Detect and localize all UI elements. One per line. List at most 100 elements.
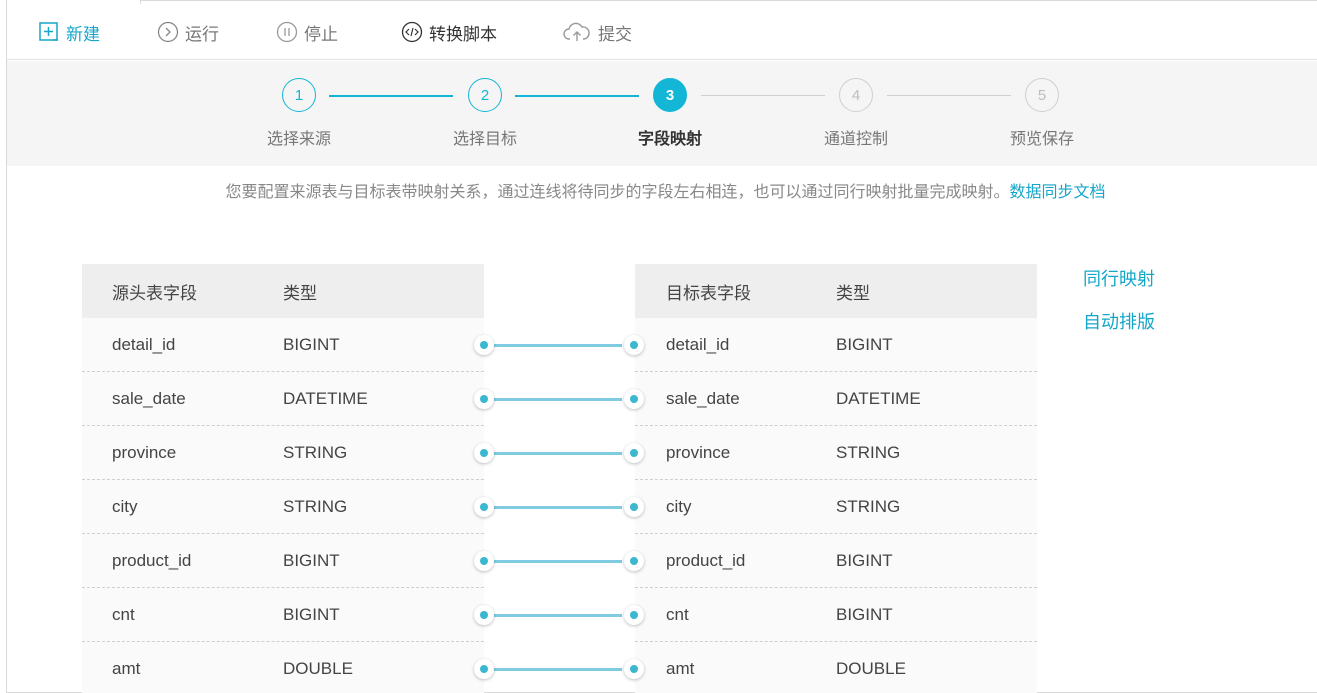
source-field-name: detail_id	[112, 334, 176, 354]
source-row[interactable]: sale_date DATETIME	[82, 372, 484, 426]
source-field-type: DATETIME	[283, 388, 368, 408]
step-connector	[701, 95, 825, 96]
docs-link[interactable]: 数据同步文档	[1010, 184, 1106, 201]
convert-script-label: 转换脚本	[429, 24, 497, 44]
mapping-line[interactable]	[492, 452, 622, 455]
target-row[interactable]: amt DOUBLE	[635, 642, 1037, 693]
source-field-name: product_id	[112, 550, 192, 570]
target-row[interactable]: detail_id BIGINT	[635, 318, 1037, 372]
new-file-icon	[38, 21, 60, 43]
step-5-circle[interactable]: 5	[1025, 78, 1059, 112]
mapping-line[interactable]	[492, 668, 622, 671]
source-field-header: 源头表字段	[112, 283, 197, 303]
new-label: 新建	[66, 24, 100, 44]
source-anchor-dot[interactable]	[474, 389, 494, 409]
target-field-type: DOUBLE	[836, 658, 906, 678]
submit-label: 提交	[598, 24, 632, 44]
source-row[interactable]: detail_id BIGINT	[82, 318, 484, 372]
target-field-header: 目标表字段	[666, 283, 751, 303]
run-button[interactable]: 运行	[157, 20, 219, 44]
source-field-name: sale_date	[112, 388, 186, 408]
source-row[interactable]: amt DOUBLE	[82, 642, 484, 693]
source-field-name: cnt	[112, 604, 135, 624]
target-anchor-dot[interactable]	[624, 389, 644, 409]
source-anchor-dot[interactable]	[474, 443, 494, 463]
target-anchor-dot[interactable]	[624, 659, 644, 679]
target-field-type: BIGINT	[836, 604, 893, 624]
source-anchor-dot[interactable]	[474, 605, 494, 625]
source-field-type: DOUBLE	[283, 658, 353, 678]
source-field-type: STRING	[283, 442, 348, 462]
auto-layout-link[interactable]: 自动排版	[1083, 308, 1155, 334]
source-anchor-dot[interactable]	[474, 551, 494, 571]
source-anchor-dot[interactable]	[474, 335, 494, 355]
source-field-name: city	[112, 496, 138, 516]
target-field-type: STRING	[836, 442, 901, 462]
toolbar: 新建 运行 停止 转换脚本 提交	[7, 4, 1317, 60]
target-field-name: city	[666, 496, 692, 516]
target-anchor-dot[interactable]	[624, 443, 644, 463]
code-icon	[401, 21, 423, 43]
step-4-circle[interactable]: 4	[839, 78, 873, 112]
source-anchor-dot[interactable]	[474, 497, 494, 517]
new-button[interactable]: 新建	[38, 20, 100, 44]
run-label: 运行	[185, 24, 219, 44]
source-table: 源头表字段 类型 detail_id BIGINT sale_date DATETIM…	[82, 264, 484, 693]
step-2-label[interactable]: 选择目标	[425, 125, 545, 149]
cloud-upload-icon	[562, 21, 592, 43]
step-3-label[interactable]: 字段映射	[610, 125, 730, 149]
target-table: 目标表字段 类型 detail_id BIGINT sale_date DATETIM…	[635, 264, 1037, 693]
target-type-header: 类型	[836, 283, 870, 303]
mapping-line[interactable]	[492, 560, 622, 563]
mapping-line[interactable]	[492, 398, 622, 401]
step-4-label[interactable]: 通道控制	[796, 125, 916, 149]
step-1-circle[interactable]: 1	[282, 78, 316, 112]
target-row[interactable]: product_id BIGINT	[635, 534, 1037, 588]
source-type-header: 类型	[283, 283, 317, 303]
target-row[interactable]: city STRING	[635, 480, 1037, 534]
stop-button[interactable]: 停止	[276, 20, 338, 44]
stop-label: 停止	[304, 24, 338, 44]
target-table-header: 目标表字段 类型	[635, 264, 1037, 318]
target-anchor-dot[interactable]	[624, 497, 644, 517]
target-field-name: province	[666, 442, 731, 462]
target-row[interactable]: province STRING	[635, 426, 1037, 480]
target-field-name: cnt	[666, 604, 689, 624]
source-field-type: STRING	[283, 496, 348, 516]
target-field-type: BIGINT	[836, 334, 893, 354]
target-field-name: sale_date	[666, 388, 740, 408]
step-2-circle[interactable]: 2	[468, 78, 502, 112]
mapping-line[interactable]	[492, 506, 622, 509]
source-field-type: BIGINT	[283, 334, 340, 354]
source-field-type: BIGINT	[283, 550, 340, 570]
target-row[interactable]: sale_date DATETIME	[635, 372, 1037, 426]
source-row[interactable]: province STRING	[82, 426, 484, 480]
source-field-type: BIGINT	[283, 604, 340, 624]
source-anchor-dot[interactable]	[474, 659, 494, 679]
target-row[interactable]: cnt BIGINT	[635, 588, 1037, 642]
target-field-name: detail_id	[666, 334, 730, 354]
mapping-line[interactable]	[492, 344, 622, 347]
same-row-mapping-link[interactable]: 同行映射	[1083, 265, 1155, 291]
submit-button[interactable]: 提交	[562, 20, 632, 44]
wizard-steps: 1 2 3 4 5 选择来源 选择目标 字段映射 通道控制 预览保存	[7, 61, 1317, 166]
step-connector	[329, 95, 453, 97]
target-anchor-dot[interactable]	[624, 605, 644, 625]
source-row[interactable]: product_id BIGINT	[82, 534, 484, 588]
convert-script-button[interactable]: 转换脚本	[401, 20, 497, 44]
target-anchor-dot[interactable]	[624, 551, 644, 571]
step-connector	[515, 95, 639, 97]
mapping-line[interactable]	[492, 614, 622, 617]
source-field-name: amt	[112, 658, 141, 678]
step-connector	[887, 95, 1011, 96]
step-1-label[interactable]: 选择来源	[239, 125, 359, 149]
source-field-name: province	[112, 442, 177, 462]
field-connections	[470, 318, 644, 693]
source-row[interactable]: cnt BIGINT	[82, 588, 484, 642]
target-anchor-dot[interactable]	[624, 335, 644, 355]
step-5-label[interactable]: 预览保存	[982, 125, 1102, 149]
source-row[interactable]: city STRING	[82, 480, 484, 534]
pause-circle-icon	[276, 21, 298, 43]
target-field-type: DATETIME	[836, 388, 921, 408]
step-3-circle[interactable]: 3	[653, 78, 687, 112]
